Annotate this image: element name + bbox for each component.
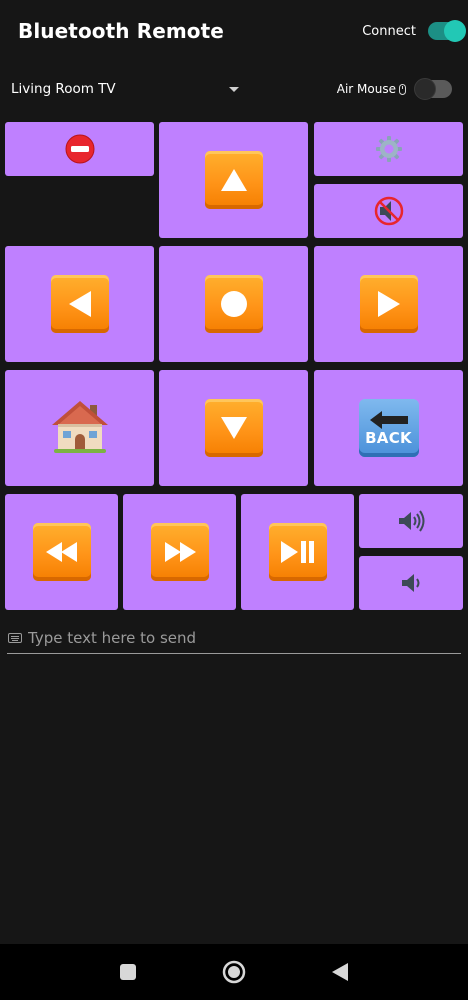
triangle-back-icon [332,963,348,981]
nav-back-button[interactable] [315,944,365,1000]
system-nav-bar [0,944,468,1000]
back-arrow-icon: BACK [358,399,419,457]
down-arrow-icon [204,399,263,457]
device-dropdown-value: Living Room TV [11,81,116,97]
loud-speaker-icon [396,507,426,535]
dropdown-caret-icon [229,86,239,92]
mute-button[interactable] [314,184,463,238]
dpad-left-button[interactable] [5,246,154,362]
rewind-icon [32,523,91,581]
house-icon [50,397,110,459]
circle-icon [222,960,246,984]
air-mouse-label-text: Air Mouse [336,82,396,96]
volume-down-button[interactable] [359,556,463,610]
rewind-button[interactable] [5,494,118,610]
settings-button[interactable] [314,122,463,176]
right-arrow-icon [359,275,418,333]
nav-recents-button[interactable] [103,944,153,1000]
connect-toggle-thumb [444,20,466,42]
square-icon [120,964,136,980]
fast-forward-icon [150,523,209,581]
back-button[interactable]: BACK [314,370,463,486]
play-pause-button[interactable] [241,494,354,610]
dpad-down-button[interactable] [159,370,308,486]
gear-icon [375,135,403,163]
no-entry-icon [65,134,95,164]
app-bar: Bluetooth Remote Connect [0,0,468,62]
quiet-speaker-icon [399,569,423,597]
left-arrow-icon [50,275,109,333]
mouse-icon [399,83,406,95]
dpad-center-button[interactable] [159,246,308,362]
connect-toggle[interactable] [428,20,466,42]
air-mouse-toggle[interactable] [414,78,452,100]
power-button[interactable] [5,122,154,176]
device-dropdown[interactable]: Living Room TV [11,81,239,97]
record-circle-icon [204,275,263,333]
home-button[interactable] [5,370,154,486]
keyboard-icon [8,632,22,643]
text-send-field [7,622,461,654]
connect-label: Connect [362,23,416,39]
dpad-right-button[interactable] [314,246,463,362]
air-mouse-toggle-thumb [414,78,436,100]
volume-up-button[interactable] [359,494,463,548]
nav-home-button[interactable] [209,944,259,1000]
air-mouse-control: Air Mouse [337,78,452,100]
text-send-input[interactable] [28,628,461,647]
connect-control: Connect [362,20,466,42]
air-mouse-label: Air Mouse [337,82,406,96]
back-tile-text: BACK [365,428,412,447]
device-row: Living Room TV Air Mouse [0,72,468,106]
dpad-up-button[interactable] [159,122,308,238]
fast-forward-button[interactable] [123,494,236,610]
up-arrow-icon [204,151,263,209]
muted-speaker-icon [374,196,404,226]
app-title: Bluetooth Remote [18,19,224,43]
play-pause-icon [268,523,327,581]
